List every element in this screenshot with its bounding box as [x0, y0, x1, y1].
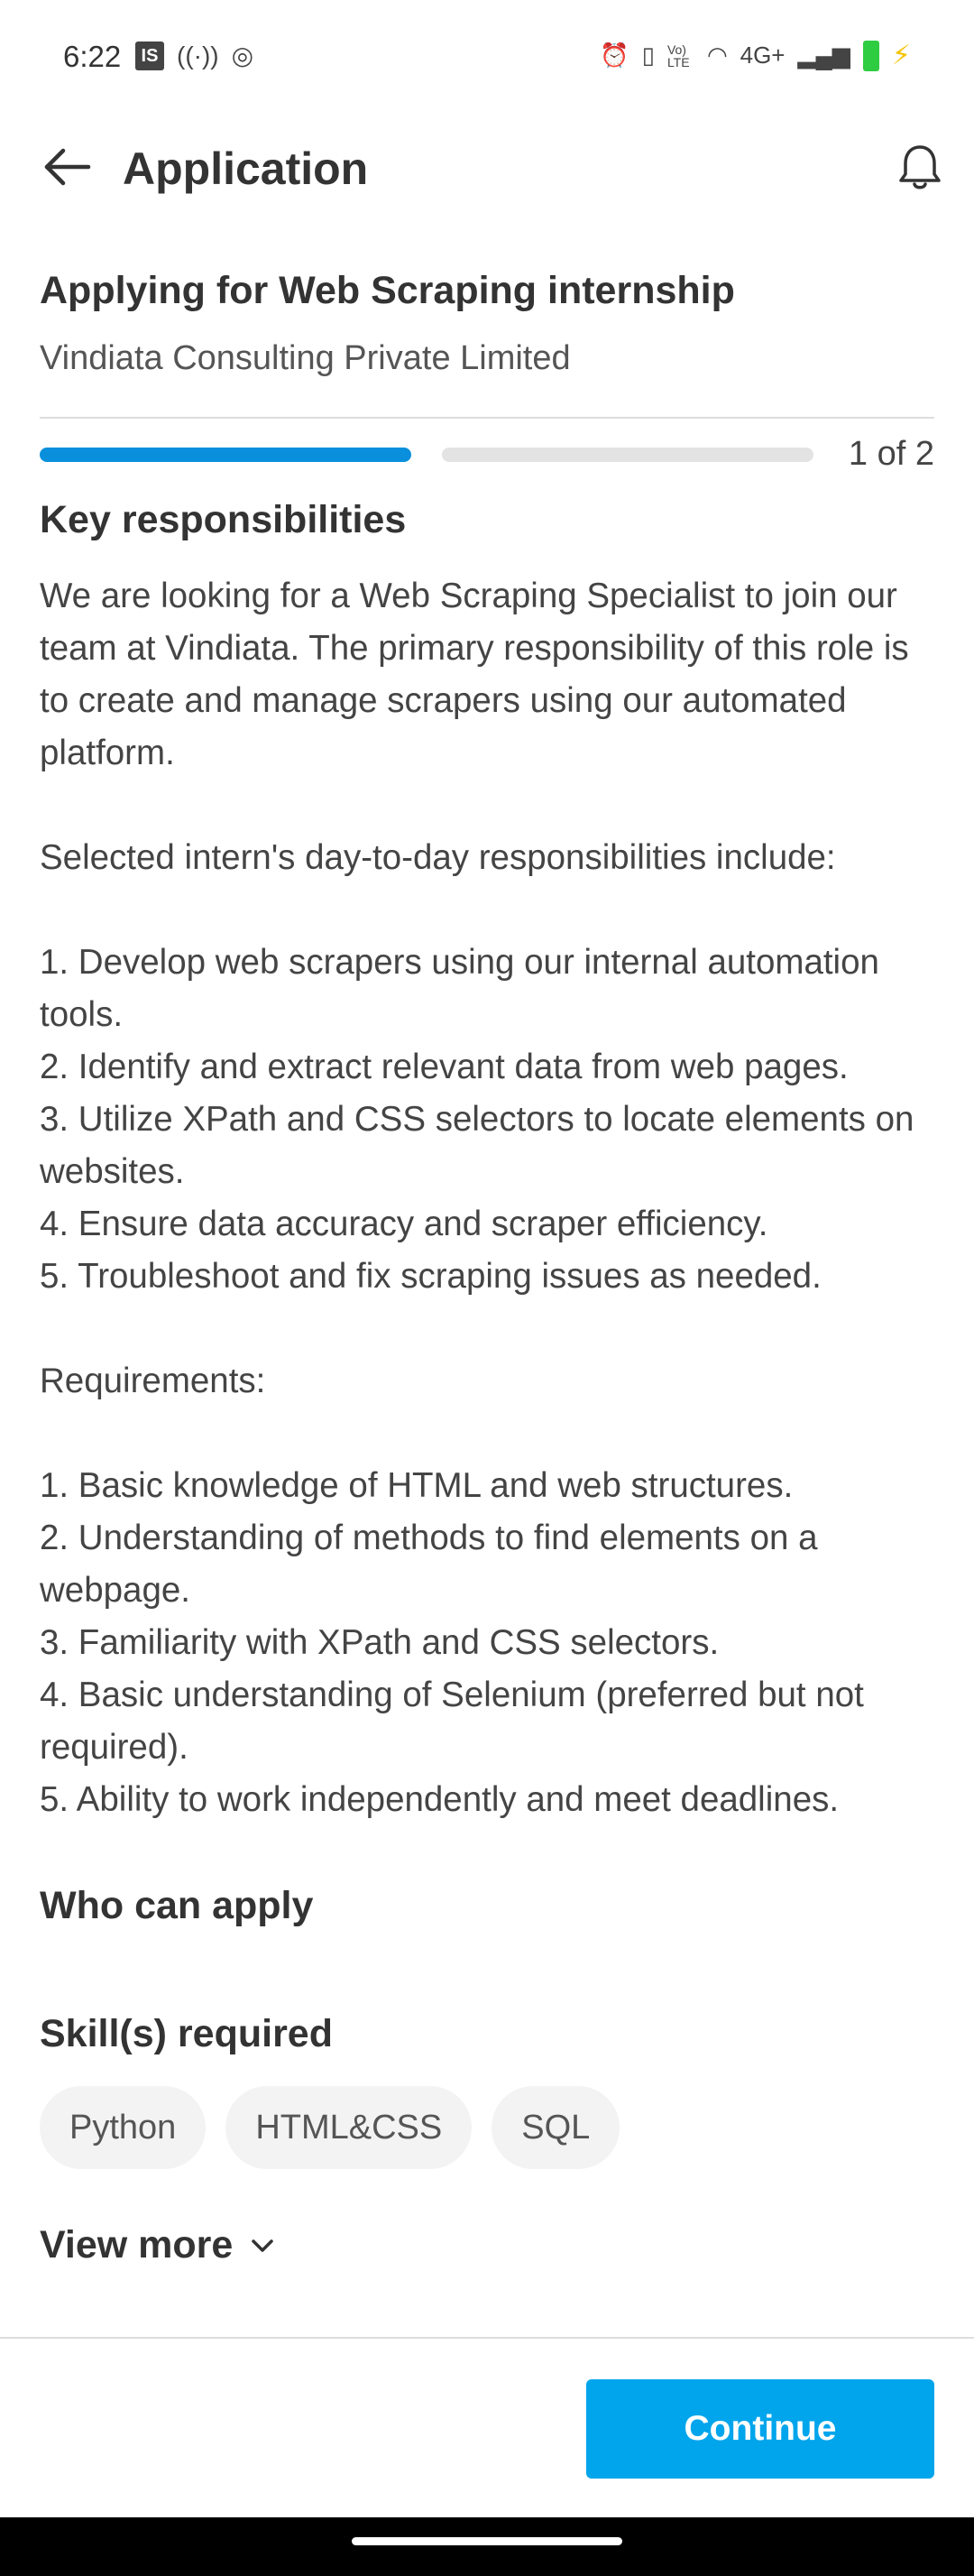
company-name: Vindiata Consulting Private Limited	[40, 339, 571, 377]
status-time: 6:22	[63, 40, 122, 73]
notifications-button[interactable]	[893, 140, 947, 194]
job-description: We are looking for a Web Scraping Specia…	[40, 577, 914, 1819]
status-left-icons: IS ((·)) ◎	[135, 42, 253, 70]
skill-chip-sql: SQL	[492, 2086, 620, 2169]
arrow-left-icon	[44, 148, 91, 186]
back-button[interactable]	[40, 144, 94, 189]
skills-list: Python HTML&CSS SQL	[40, 2086, 620, 2169]
progress-bar	[40, 448, 942, 462]
view-more-button[interactable]: View more	[40, 2223, 276, 2267]
app-notification-icon: IS	[135, 42, 164, 70]
job-title: Applying for Web Scraping internship	[40, 269, 735, 312]
skills-required-heading: Skill(s) required	[40, 2012, 333, 2055]
battery-icon	[862, 40, 879, 71]
network-type: 4G+	[740, 42, 786, 69]
whatsapp-icon: ◎	[231, 42, 254, 69]
skill-chip-html-css: HTML&CSS	[225, 2086, 473, 2169]
signal-icon: ▂▄▆	[797, 42, 850, 69]
bell-icon	[899, 145, 941, 189]
wifi-icon: ◠	[706, 42, 728, 69]
skill-chip-python: Python	[40, 2086, 207, 2169]
status-right-icons: ⏰ ▯ Vo) LTE ◠ 4G+ ▂▄▆ ⚡	[600, 40, 911, 71]
progress-step-2	[442, 448, 813, 462]
page-title: Application	[123, 143, 369, 194]
progress-step-1	[40, 448, 411, 462]
volte-icon: Vo) LTE	[666, 42, 690, 69]
key-responsibilities-heading: Key responsibilities	[40, 498, 407, 541]
progress-label: 1 of 2	[848, 435, 934, 473]
app-bar: Application	[0, 126, 974, 208]
charging-icon: ⚡	[891, 41, 911, 70]
view-more-label: View more	[40, 2223, 234, 2267]
status-bar: 6:22 IS ((·)) ◎ ⏰ ▯ Vo) LTE ◠ 4G+ ▂▄▆ ⚡	[0, 0, 974, 117]
system-nav-bar	[0, 2517, 974, 2576]
alarm-icon: ⏰	[600, 42, 629, 69]
hotspot-icon: ((·))	[177, 42, 219, 69]
header-divider	[40, 417, 934, 419]
who-can-apply-heading: Who can apply	[40, 1884, 314, 1927]
home-indicator[interactable]	[352, 2537, 622, 2545]
bottom-action-bar: Continue	[0, 2337, 974, 2517]
chevron-down-icon	[252, 2239, 274, 2252]
continue-button[interactable]: Continue	[586, 2379, 934, 2479]
vibrate-icon: ▯	[641, 42, 655, 69]
